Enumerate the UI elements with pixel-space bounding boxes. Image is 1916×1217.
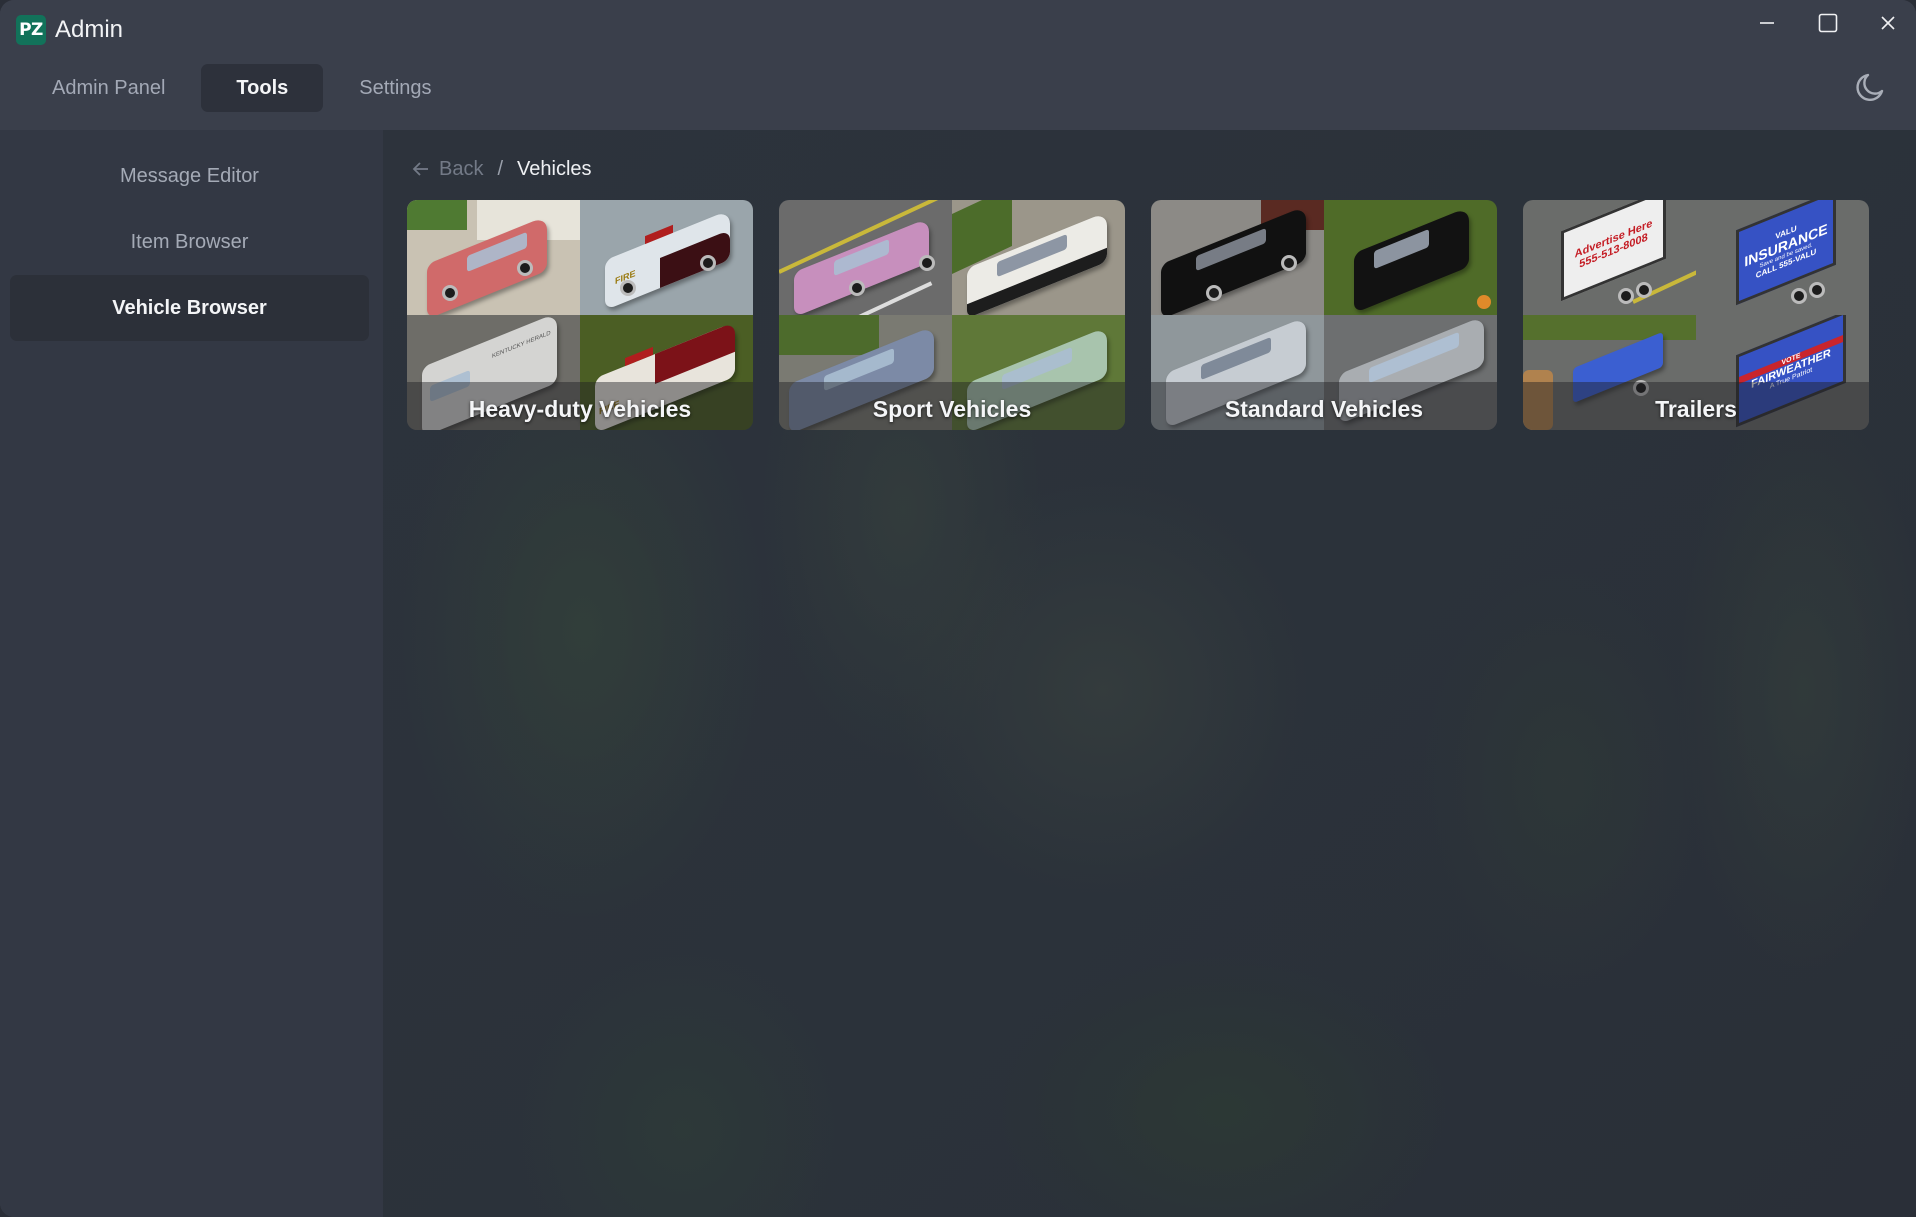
category-label: Standard Vehicles [1224, 396, 1424, 422]
app-window: PZ Admin Admin Panel Tools Settings Mess… [0, 0, 1916, 1217]
tab-settings[interactable]: Settings [337, 64, 453, 112]
vehicle-thumbnail: Advertise Here 555-513-8008 [1523, 200, 1696, 315]
close-icon [1881, 16, 1895, 30]
tab-admin-panel[interactable]: Admin Panel [30, 64, 187, 112]
back-label: Back [439, 157, 484, 180]
vehicle-thumbnail [407, 200, 580, 315]
app-logo: PZ [16, 15, 46, 45]
vehicle-thumbnail: FIRE [580, 200, 753, 315]
vehicle-thumbnail: VALU INSURANCE Save and be saved. CALL 5… [1696, 200, 1869, 315]
breadcrumb-current: Vehicles [517, 157, 592, 180]
category-card-heavy-duty[interactable]: FIRE KENTUCKY HERALD FIRE Heavy-duty Veh… [407, 200, 753, 430]
moon-icon [1856, 73, 1884, 101]
minimize-button[interactable] [1743, 6, 1791, 40]
tab-tools[interactable]: Tools [201, 64, 324, 112]
minimize-icon [1760, 22, 1774, 24]
breadcrumb-separator: / [497, 157, 504, 180]
category-card-standard[interactable]: Standard Vehicles [1151, 200, 1497, 430]
category-label: Sport Vehicles [872, 396, 1032, 422]
main-content: Back / Vehicles FIRE KENTUCKY HERALD FIR… [383, 130, 1916, 1217]
maximize-icon [1818, 13, 1838, 33]
vehicle-thumbnail [1324, 200, 1497, 315]
category-card-sport[interactable]: Sport Vehicles [779, 200, 1125, 430]
van-decal: KENTUCKY HERALD [492, 330, 551, 360]
sidebar-item-message-editor[interactable]: Message Editor [10, 143, 369, 209]
title-bar: PZ Admin Admin Panel Tools Settings [0, 0, 1916, 130]
category-label: Heavy-duty Vehicles [468, 396, 692, 422]
vehicle-category-grid: FIRE KENTUCKY HERALD FIRE Heavy-duty Veh… [407, 200, 1869, 430]
vehicle-thumbnail [1151, 200, 1324, 315]
sidebar: Message Editor Item Browser Vehicle Brow… [0, 130, 383, 1217]
category-label: Trailers [1655, 396, 1737, 422]
maximize-button[interactable] [1804, 6, 1852, 40]
vehicle-thumbnail [779, 200, 952, 315]
category-card-trailers[interactable]: Advertise Here 555-513-8008 VALU INSURAN… [1523, 200, 1869, 430]
breadcrumb: Back / Vehicles [411, 154, 592, 184]
arrow-left-icon [412, 162, 428, 176]
theme-toggle-button[interactable] [1851, 70, 1887, 106]
close-button[interactable] [1864, 6, 1912, 40]
top-nav-tabs: Admin Panel Tools Settings [30, 64, 454, 112]
app-title: Admin [55, 16, 124, 43]
vehicle-thumbnail [952, 200, 1125, 315]
back-link[interactable]: Back [411, 158, 483, 181]
sidebar-item-vehicle-browser[interactable]: Vehicle Browser [10, 275, 369, 341]
sidebar-item-item-browser[interactable]: Item Browser [10, 209, 369, 275]
